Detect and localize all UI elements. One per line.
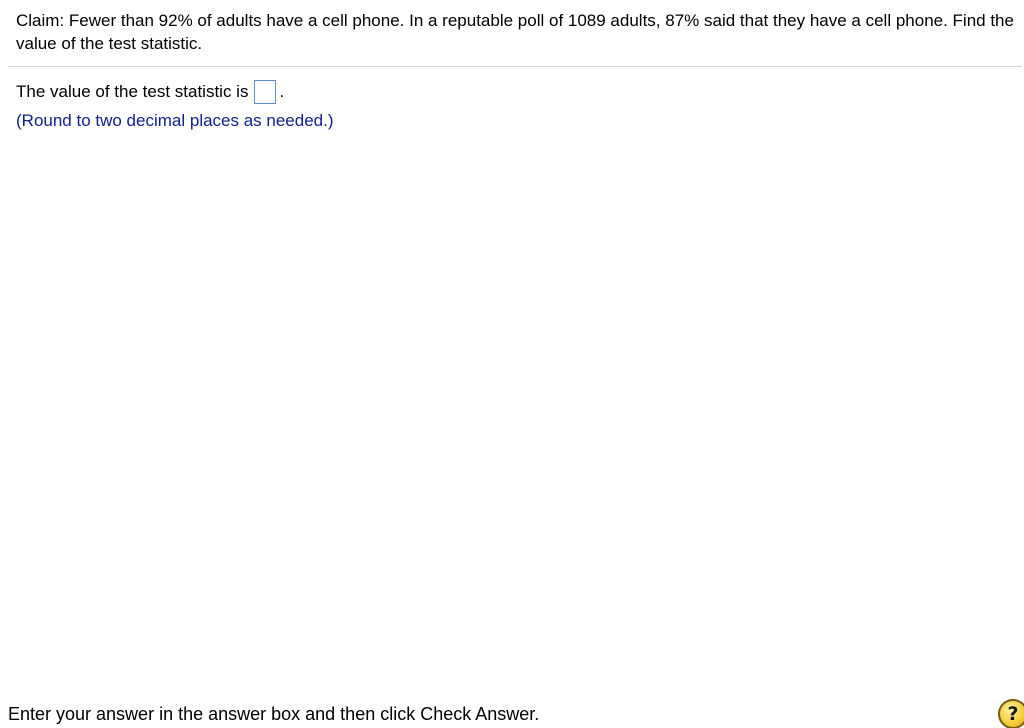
answer-suffix: . — [279, 82, 285, 101]
help-icon[interactable]: ? — [998, 699, 1024, 728]
rounding-note: (Round to two decimal places as needed.) — [16, 111, 334, 130]
divider — [8, 66, 1022, 67]
answer-prefix: The value of the test statistic is — [16, 82, 249, 101]
answer-line: The value of the test statistic is . — [16, 80, 284, 104]
question-text: Claim: Fewer than 92% of adults have a c… — [16, 11, 1014, 53]
footer-instruction: Enter your answer in the answer box and … — [8, 704, 540, 724]
help-icon-glyph: ? — [1007, 703, 1019, 725]
answer-input-box[interactable] — [254, 80, 277, 104]
